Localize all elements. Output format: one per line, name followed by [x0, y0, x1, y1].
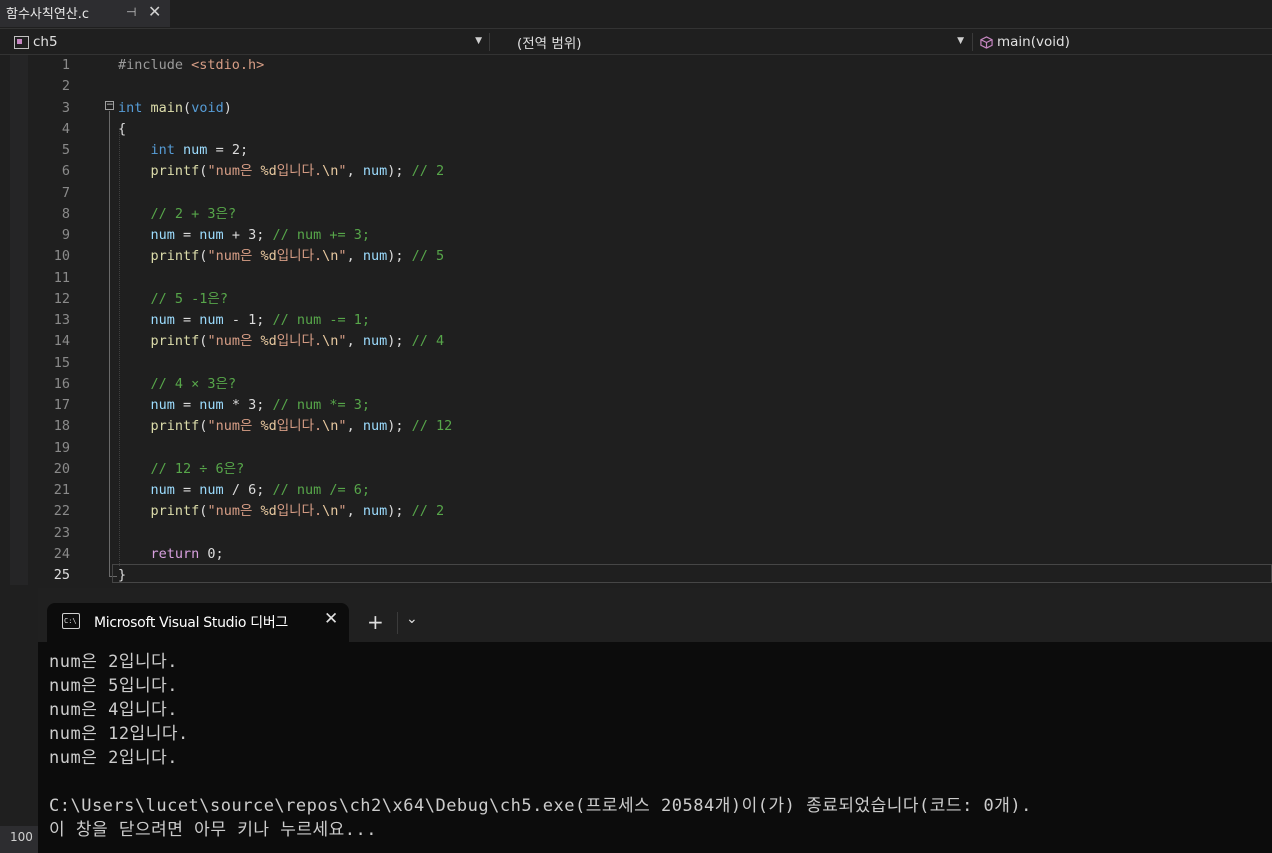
code-line-4: { — [118, 120, 127, 137]
code-line-16: // 4 × 3은? — [150, 375, 237, 392]
code-line-12: // 5 -1은? — [150, 290, 228, 307]
document-tab[interactable]: 함수사칙연산.c ⊣ ✕ — [0, 0, 170, 27]
chevron-down-icon[interactable]: ⌄ — [406, 611, 418, 627]
document-tab-title: 함수사칙연산.c — [6, 7, 90, 22]
code-line-5: int num = 2; — [150, 142, 249, 158]
terminal-icon: C:\ — [62, 613, 80, 629]
chevron-down-icon: ▼ — [957, 36, 964, 46]
code-line-25: } — [118, 567, 127, 583]
code-line-8: // 2 + 3은? — [150, 205, 237, 222]
scope-label: (전역 범위) — [517, 36, 582, 52]
line-number: 19 — [53, 439, 70, 456]
console-line: C:\Users\lucet\source\repos\ch2\x64\Debu… — [49, 796, 1032, 816]
code-line-1: #include <stdio.h> — [118, 57, 265, 73]
console-line: num은 2입니다. — [49, 652, 178, 672]
code-line-3: int main(void) — [118, 99, 232, 116]
code-line-24: return 0; — [150, 545, 224, 562]
divider — [972, 33, 973, 51]
line-number: 11 — [53, 269, 70, 286]
code-line-18: printf("num은 %d입니다.\n", num); // 12 — [150, 418, 453, 435]
function-label: main(void) — [997, 34, 1070, 50]
console-line: num은 12입니다. — [49, 724, 189, 744]
project-label: ch5 — [33, 34, 58, 50]
console-line: num은 4입니다. — [49, 700, 178, 720]
navigation-bar: ch5 ▼ (전역 범위) ▼ main(void) — [0, 28, 1272, 55]
console-titlebar: C:\ Microsoft Visual Studio 디버그 ✕ + ⌄ — [38, 588, 1272, 642]
document-tab-strip: 함수사칙연산.c ⊣ ✕ — [0, 0, 1272, 27]
debug-console-window[interactable]: C:\ Microsoft Visual Studio 디버그 ✕ + ⌄ nu… — [38, 588, 1272, 853]
line-number: 15 — [53, 354, 70, 371]
code-line-14: printf("num은 %d입니다.\n", num); // 4 — [150, 333, 445, 350]
code-line-17: num = num * 3; // num *= 3; — [150, 397, 371, 413]
code-line-9: num = num + 3; // num += 3; — [150, 227, 371, 243]
project-dropdown[interactable]: ch5 ▼ — [10, 31, 488, 53]
function-dropdown[interactable]: main(void) — [974, 31, 1272, 53]
console-line: 이 창을 닫으려면 아무 키나 누르세요... — [49, 820, 377, 840]
code-editor[interactable]: − 1 2 3 4 5 6 7 8 9 10 11 12 13 14 15 16 17 18 19 20 21 22 23 2… — [0, 55, 1272, 585]
code-line-13: num = num - 1; // num -= 1; — [150, 312, 371, 328]
console-line: num은 2입니다. — [49, 748, 178, 768]
line-number: 2 — [61, 78, 70, 95]
new-tab-button[interactable]: + — [367, 610, 384, 634]
line-number: 7 — [61, 184, 70, 201]
console-output: num은 2입니다. num은 5입니다. num은 4입니다. num은 12입니다… — [49, 650, 1269, 842]
code-line-6: printf("num은 %d입니다.\n", num); // 2 — [150, 163, 445, 180]
close-icon[interactable]: ✕ — [324, 609, 338, 629]
console-tab[interactable]: C:\ Microsoft Visual Studio 디버그 ✕ — [47, 603, 349, 642]
code-line-22: printf("num은 %d입니다.\n", num); // 2 — [150, 503, 445, 520]
divider — [489, 33, 490, 51]
zoom-level[interactable]: 100 — [0, 826, 38, 853]
scope-dropdown[interactable]: (전역 범위) ▼ — [492, 31, 970, 53]
divider — [397, 612, 398, 634]
console-tab-title: Microsoft Visual Studio 디버그 — [94, 615, 288, 631]
close-icon[interactable]: ✕ — [148, 2, 161, 21]
chevron-down-icon: ▼ — [475, 36, 482, 46]
cube-icon — [980, 35, 993, 49]
project-icon — [14, 35, 29, 49]
code-line-21: num = num / 6; // num /= 6; — [150, 482, 371, 498]
pin-icon[interactable]: ⊣ — [126, 5, 136, 19]
console-line: num은 5입니다. — [49, 676, 178, 696]
code-line-10: printf("num은 %d입니다.\n", num); // 5 — [150, 248, 445, 265]
line-number: 23 — [53, 524, 70, 541]
code-line-20: // 12 ÷ 6은? — [150, 460, 245, 477]
